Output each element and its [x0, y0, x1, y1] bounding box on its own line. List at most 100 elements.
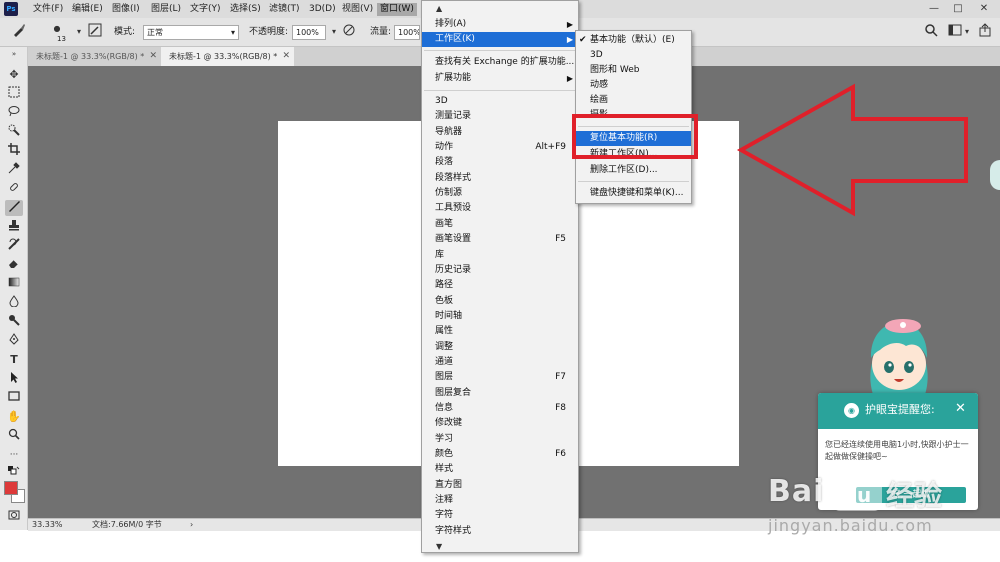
history-brush-tool-icon[interactable] [5, 238, 23, 254]
floating-ball[interactable] [990, 160, 1000, 190]
menu-edit[interactable]: 编辑(E) [69, 3, 106, 16]
default-colors-icon[interactable] [5, 465, 23, 477]
menu-type[interactable]: 文字(Y) [187, 3, 224, 16]
delete-workspace[interactable]: 删除工作区(D)... [576, 163, 691, 178]
blur-tool-icon[interactable] [5, 295, 23, 311]
menu-item-panel[interactable]: 直方图 [422, 478, 578, 493]
workspace-graphic-web[interactable]: 图形和 Web [576, 63, 691, 78]
hand-tool-icon[interactable]: ✋ [5, 409, 23, 425]
menu-item-panel[interactable]: 仿制源 [422, 186, 578, 201]
menu-item-panel[interactable]: 属性 [422, 324, 578, 339]
menu-item-panel[interactable]: 字符 [422, 508, 578, 523]
close-window-button[interactable]: ✕ [977, 2, 991, 16]
scroll-down-icon[interactable]: ▼ [436, 542, 442, 551]
menu-item-panel[interactable]: 库 [422, 248, 578, 263]
menu-item-panel[interactable]: 段落样式 [422, 171, 578, 186]
document-tab[interactable]: 未标题-1 @ 33.3%(RGB/8) * ✕ [28, 47, 161, 66]
menu-item-panel[interactable]: 信息 F8 [422, 401, 578, 416]
eyedropper-tool-icon[interactable] [5, 162, 23, 178]
menu-item-panel[interactable]: 段落 [422, 155, 578, 170]
minimize-button[interactable]: — [927, 2, 941, 16]
quick-selection-tool-icon[interactable] [5, 124, 23, 140]
zoom-tool-icon[interactable] [5, 428, 23, 444]
workspace-essentials[interactable]: ✔ 基本功能（默认）(E) [576, 33, 691, 48]
menu-3d[interactable]: 3D(D) [306, 3, 339, 16]
workspace-painting[interactable]: 绘画 [576, 93, 691, 108]
menu-item-panel[interactable]: 样式 [422, 462, 578, 477]
foreground-color-swatch[interactable] [4, 481, 18, 495]
opacity-field[interactable]: 100% [292, 25, 326, 40]
menu-item-panel[interactable]: 图层 F7 [422, 370, 578, 385]
menu-item-panel[interactable]: 工具预设 [422, 201, 578, 216]
quick-mask-icon[interactable] [5, 509, 23, 525]
watermark-bai: Bai [768, 474, 825, 509]
healing-brush-tool-icon[interactable] [5, 181, 23, 197]
dodge-tool-icon[interactable] [5, 314, 23, 330]
menu-item-extensions[interactable]: 扩展功能 ▶ [422, 71, 578, 86]
menu-item-panel[interactable]: 注释 [422, 493, 578, 508]
more-tools-icon[interactable]: ··· [5, 447, 23, 463]
menu-item-panel[interactable]: 画笔 [422, 217, 578, 232]
menu-item-panel[interactable]: 色板 [422, 294, 578, 309]
chevron-right-icon[interactable]: › [190, 519, 193, 531]
collapse-icon[interactable]: » [5, 50, 23, 58]
menu-item-label: 修改键 [435, 418, 463, 429]
menu-view[interactable]: 视图(V) [339, 3, 376, 16]
close-icon[interactable]: ✕ [955, 401, 966, 417]
lasso-tool-icon[interactable] [5, 105, 23, 121]
menu-image[interactable]: 图像(I) [109, 3, 143, 16]
menu-select[interactable]: 选择(S) [227, 3, 264, 16]
menu-item-arrange[interactable]: 排列(A) ▶ [422, 17, 578, 32]
pen-tool-icon[interactable] [5, 333, 23, 349]
menu-item-panel[interactable]: 通道 [422, 355, 578, 370]
menu-item-panel[interactable]: 路径 [422, 278, 578, 293]
gradient-tool-icon[interactable] [5, 276, 23, 292]
menu-item-panel[interactable]: 历史记录 [422, 263, 578, 278]
menu-item-panel[interactable]: 学习 [422, 432, 578, 447]
menu-item-panel[interactable]: 图层复合 [422, 386, 578, 401]
zoom-level[interactable]: 33.33% [32, 519, 63, 531]
type-tool-icon[interactable]: T [5, 352, 23, 368]
menu-item-panel[interactable]: 3D [422, 94, 578, 109]
menu-item-panel[interactable]: 调整 [422, 340, 578, 355]
close-icon[interactable]: ✕ [282, 47, 290, 66]
menu-item-find-extensions[interactable]: 查找有关 Exchange 的扩展功能... [422, 55, 578, 70]
search-icon[interactable] [922, 23, 940, 41]
menu-layer[interactable]: 图层(L) [148, 3, 184, 16]
brush-panel-icon[interactable] [86, 23, 104, 41]
marquee-tool-icon[interactable] [5, 86, 23, 102]
path-selection-tool-icon[interactable] [5, 371, 23, 387]
menu-item-panel[interactable]: 字符样式 [422, 524, 578, 539]
eraser-tool-icon[interactable] [5, 257, 23, 273]
menu-file[interactable]: 文件(F) [30, 3, 66, 16]
menu-item-panel[interactable]: 修改键 [422, 416, 578, 431]
close-icon[interactable]: ✕ [149, 47, 157, 66]
crop-tool-icon[interactable] [5, 143, 23, 159]
menu-window[interactable]: 窗口(W) [377, 3, 417, 16]
menu-item-panel[interactable]: 时间轴 [422, 309, 578, 324]
workspace-motion[interactable]: 动感 [576, 78, 691, 93]
menu-item-panel[interactable]: 导航器 [422, 125, 578, 140]
scroll-up-icon[interactable]: ▲ [436, 4, 442, 13]
menu-item-panel[interactable]: 颜色 F6 [422, 447, 578, 462]
brush-tool-icon[interactable] [10, 23, 28, 41]
pressure-opacity-icon[interactable] [340, 23, 358, 41]
flow-field[interactable]: 100% [394, 25, 420, 40]
share-icon[interactable] [976, 23, 994, 41]
move-tool-icon[interactable]: ✥ [5, 67, 23, 83]
clone-stamp-tool-icon[interactable] [5, 219, 23, 235]
brush-tool-icon[interactable] [5, 200, 23, 216]
menu-item-panel[interactable]: 测量记录 [422, 109, 578, 124]
watermark-du: du [832, 479, 882, 511]
workspace-3d[interactable]: 3D [576, 48, 691, 63]
keyboard-shortcuts[interactable]: 键盘快捷键和菜单(K)... [576, 186, 691, 201]
mode-select[interactable]: 正常 ▾ [143, 25, 239, 40]
menu-item-workspace[interactable]: 工作区(K) ▶ [422, 32, 578, 47]
document-tab-active[interactable]: 未标题-1 @ 33.3%(RGB/8) * ✕ [161, 47, 294, 66]
menu-item-panel[interactable]: 动作 Alt+F9 [422, 140, 578, 155]
maximize-button[interactable]: □ [951, 2, 965, 16]
rectangle-tool-icon[interactable] [5, 390, 23, 406]
menu-filter[interactable]: 滤镜(T) [266, 3, 303, 16]
chevron-down-icon[interactable]: ▾ [958, 23, 976, 41]
menu-item-panel[interactable]: 画笔设置 F5 [422, 232, 578, 247]
